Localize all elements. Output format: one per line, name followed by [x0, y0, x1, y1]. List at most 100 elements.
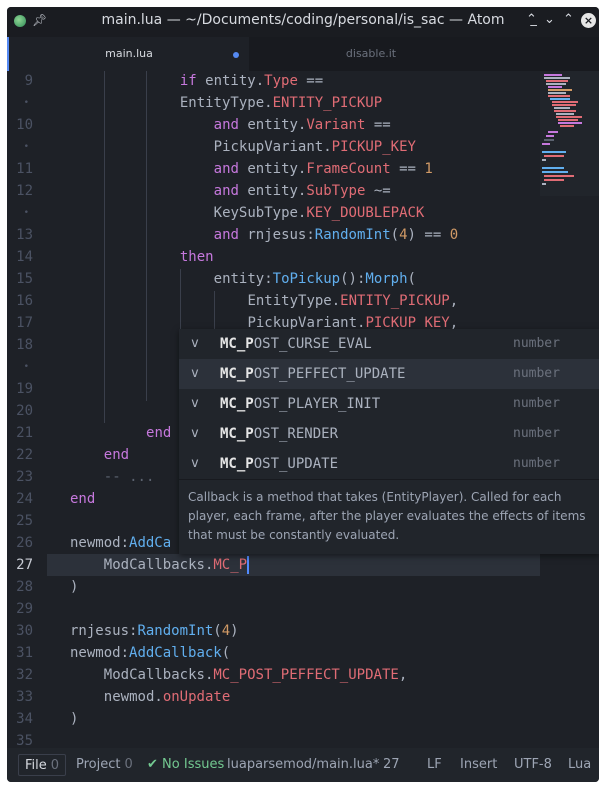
- code-token: ModCallbacks.: [103, 557, 214, 573]
- code-token: KEY_DOUBLEPACK: [306, 205, 425, 221]
- suggestion-text: MC_POST_UPDATE: [220, 449, 338, 479]
- code-line: rnjesus:RandomInt(4): [70, 620, 239, 642]
- minimap-line: [546, 135, 554, 137]
- close-icon[interactable]: ×: [581, 13, 596, 28]
- line-number: 23: [16, 469, 33, 485]
- variable-type-icon: v: [191, 366, 199, 381]
- minimap-line: [544, 77, 570, 79]
- line-number: 30: [16, 623, 33, 639]
- line-ending[interactable]: LF: [427, 748, 442, 782]
- minimap-line: [542, 159, 546, 161]
- line-number: 24: [16, 491, 33, 507]
- line-number: 17: [16, 315, 33, 331]
- line-number: 26: [16, 535, 33, 551]
- autocomplete-item[interactable]: v MC_POST_PLAYER_INIT number: [179, 389, 599, 419]
- code-line: then: [180, 246, 214, 268]
- tab-disable-it[interactable]: disable.it: [249, 37, 493, 71]
- line-number: 19: [16, 381, 33, 397]
- suggestion-type: number: [513, 336, 560, 351]
- encoding[interactable]: UTF-8: [514, 748, 552, 782]
- line-number: 14: [16, 249, 33, 265]
- file-label: File: [25, 758, 47, 773]
- file-path[interactable]: luaparsemod/main.lua*: [227, 748, 379, 782]
- code-token: rnjesus:: [247, 227, 315, 243]
- code-line: end: [70, 488, 95, 510]
- code-token: AddCa: [129, 535, 172, 551]
- linter-status[interactable]: ✔ No Issues: [147, 748, 224, 782]
- minimap-line: [548, 95, 570, 97]
- shade-icon[interactable]: ⌃̲: [526, 12, 537, 27]
- tab-main-lua[interactable]: main.lua: [7, 37, 249, 71]
- line-number: •: [23, 208, 29, 218]
- editor-mode[interactable]: Insert: [460, 748, 497, 782]
- code-token: 4: [399, 227, 408, 243]
- issues-label: No Issues: [162, 757, 225, 772]
- code-token: newmod:: [70, 645, 130, 661]
- code-line: end: [146, 422, 171, 444]
- maximize-icon[interactable]: ⌃: [563, 12, 574, 27]
- minimap-line: [544, 179, 564, 181]
- grammar[interactable]: Lua: [568, 748, 591, 782]
- project-tab-button[interactable]: Project 0: [76, 748, 133, 782]
- code-token: ENTITY_PICKUP: [340, 293, 450, 309]
- code-token: ToPickup: [272, 271, 341, 287]
- minimap-line: [542, 171, 568, 173]
- tab-label: disable.it: [345, 47, 397, 60]
- minimap-line: [542, 183, 546, 185]
- minimap-line: [554, 110, 576, 112]
- minimap-line: [558, 122, 582, 124]
- line-number: 9: [24, 73, 33, 89]
- code-token: -- ...: [103, 469, 155, 485]
- minimap-line: [548, 131, 558, 133]
- line-number: 27: [16, 557, 33, 573]
- code-token: ModCallbacks.: [103, 667, 214, 683]
- atom-window: 📌︎ main.lua — ~/Documents/coding/persona…: [7, 7, 599, 782]
- variable-type-icon: v: [191, 456, 199, 471]
- file-tab-button[interactable]: File 0: [18, 754, 67, 776]
- line-number: 31: [16, 645, 33, 661]
- code-line: ModCallbacks.MC_P: [103, 554, 250, 576]
- minimap-line: [548, 89, 572, 91]
- minimap[interactable]: [540, 71, 599, 196]
- line-number: 32: [16, 667, 33, 683]
- code-line: newmod:AddCa: [70, 532, 171, 554]
- code-token: ==: [390, 161, 425, 177]
- code-token: Type: [264, 73, 298, 89]
- code-token: onUpdate: [162, 689, 231, 705]
- minimap-line: [546, 83, 566, 85]
- minimap-line: [554, 107, 570, 109]
- code-line: ModCallbacks.MC_POST_PEFFECT_UPDATE,: [104, 664, 407, 686]
- autocomplete-item[interactable]: v MC_POST_UPDATE number: [179, 449, 599, 479]
- modified-dot-icon: [233, 52, 239, 58]
- minimap-line: [550, 98, 570, 100]
- code-token: PickupVariant.: [213, 139, 332, 155]
- minimap-line: [556, 113, 574, 115]
- minimap-line: [542, 151, 566, 153]
- line-number: 25: [16, 513, 33, 529]
- editor-pane[interactable]: 9 • 10 • 11 12 • 13 14 15 16 17 18 • 19 20 21 22 23 24 25 26 2…: [7, 71, 599, 749]
- minimap-line: [560, 125, 574, 127]
- check-icon: ✔: [147, 757, 158, 772]
- code-token: if: [179, 73, 206, 89]
- minimap-line: [542, 167, 564, 169]
- minimize-icon[interactable]: ⌄: [544, 12, 555, 27]
- minimap-line: [544, 175, 574, 177]
- autocomplete-item[interactable]: v MC_POST_CURSE_EVAL number: [179, 329, 599, 359]
- cursor-position[interactable]: 27: [383, 748, 400, 782]
- code-token: end: [146, 425, 172, 441]
- suggestion-text: MC_POST_RENDER: [220, 419, 338, 449]
- minimap-line: [552, 101, 578, 103]
- minimap-line: [544, 139, 554, 141]
- file-count: 0: [50, 758, 60, 773]
- code-token: entity.: [247, 183, 307, 199]
- autocomplete-item[interactable]: v MC_POST_PEFFECT_UPDATE number: [179, 359, 599, 389]
- minimap-line: [548, 92, 566, 94]
- code-token: ): [70, 579, 79, 595]
- autocomplete-popup: Callback is a method that takes (EntityP…: [179, 329, 599, 554]
- line-number: •: [23, 142, 29, 152]
- code-line: and entity.Variant ==: [214, 114, 391, 136]
- code-token: 1: [424, 161, 433, 177]
- autocomplete-item[interactable]: v MC_POST_RENDER number: [179, 419, 599, 449]
- line-number: •: [23, 98, 29, 108]
- code-token: FrameCount: [306, 161, 391, 177]
